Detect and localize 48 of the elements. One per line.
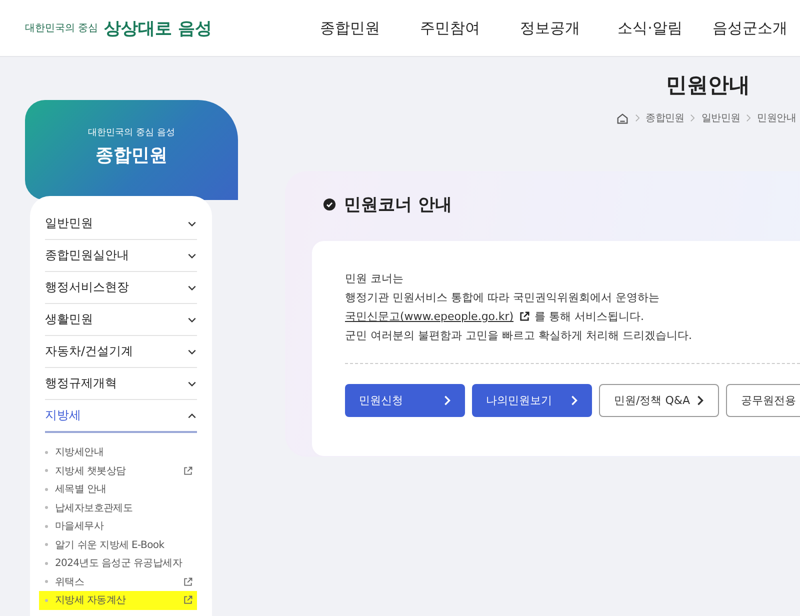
breadcrumb-link[interactable]: 민원안내 <box>757 111 796 125</box>
action-button[interactable]: 민원신청 <box>345 384 465 417</box>
sidebar-item[interactable]: 지방세 <box>45 400 197 433</box>
sidebar-item[interactable]: 행정규제개혁 <box>45 368 197 400</box>
submenu-item[interactable]: 마을세무사 <box>45 517 197 536</box>
chevron-right-icon <box>570 395 578 406</box>
submenu-item[interactable]: 위택스 <box>45 572 197 591</box>
sidebar-item[interactable]: 일반민원 <box>45 208 197 240</box>
submenu-item[interactable]: 지방세안내 <box>45 443 197 462</box>
page-title: 민원안내 <box>666 72 750 99</box>
external-link-icon[interactable] <box>518 311 530 322</box>
home-icon[interactable] <box>616 112 629 124</box>
submenu-item[interactable]: 지방세 자동계산 <box>39 591 197 610</box>
nav-link[interactable]: 주민참여 <box>400 18 500 38</box>
check-circle-icon <box>323 198 336 211</box>
logo-tagline: 대한민국의 중심 <box>25 22 98 35</box>
info-text: 민원 코너는 <box>345 271 404 287</box>
chevron-right-icon <box>690 114 696 122</box>
submenu-item[interactable]: 지방세 챗봇상담 <box>45 462 197 480</box>
website-link[interactable]: 국민신문고(www.epeople.go.kr) <box>345 309 514 324</box>
info-text: 행정기관 민원서비스 통합에 따라 국민권익위원회에서 운영하는 <box>345 290 660 306</box>
action-button[interactable]: 나의민원보기 <box>472 384 592 417</box>
action-button[interactable]: 민원/정책 Q&A <box>599 384 719 417</box>
nav-link[interactable]: 종합민원 <box>300 18 400 38</box>
sidebar-item[interactable]: 행정서비스현장 <box>45 272 197 304</box>
chevron-right-icon <box>634 114 640 122</box>
submenu-item[interactable]: 2024년도 음성군 유공납세자 <box>45 554 197 572</box>
action-button[interactable]: 공무원전용 <box>726 384 800 417</box>
breadcrumb-link[interactable]: 일반민원 <box>701 111 740 125</box>
sidebar-item[interactable]: 자동차/건설기계 <box>45 336 197 368</box>
logo-text[interactable]: 상상대로 음성 <box>104 16 212 40</box>
sidebar-title: 종합민원 <box>96 144 168 167</box>
submenu-item[interactable]: 납세자보호관제도 <box>45 498 197 517</box>
info-text: 를 통해 서비스됩니다. <box>534 309 644 325</box>
chevron-right-icon <box>443 395 451 406</box>
section-title: 민원코너 안내 <box>344 194 452 216</box>
nav-link[interactable]: 소식·알림 <box>600 18 700 38</box>
chevron-right-icon <box>696 395 704 406</box>
info-text: 군민 여러분의 불편함과 고민을 빠르고 확실하게 처리해 드리겠습니다. <box>345 328 693 344</box>
breadcrumb-link[interactable]: 종합민원 <box>646 111 684 125</box>
nav-link[interactable]: 정보공개 <box>500 18 600 38</box>
sidebar-item[interactable]: 종합민원실안내 <box>45 240 197 272</box>
nav-link[interactable]: 음성군소개 <box>700 18 800 38</box>
submenu-item[interactable]: 세목별 안내 <box>45 480 197 498</box>
chevron-right-icon <box>746 114 752 122</box>
submenu-item[interactable]: 알기 쉬운 지방세 E-Book <box>45 536 197 554</box>
sidebar-item[interactable]: 생활민원 <box>45 304 197 336</box>
sidebar-subtitle: 대한민국의 중심 음성 <box>88 127 175 139</box>
